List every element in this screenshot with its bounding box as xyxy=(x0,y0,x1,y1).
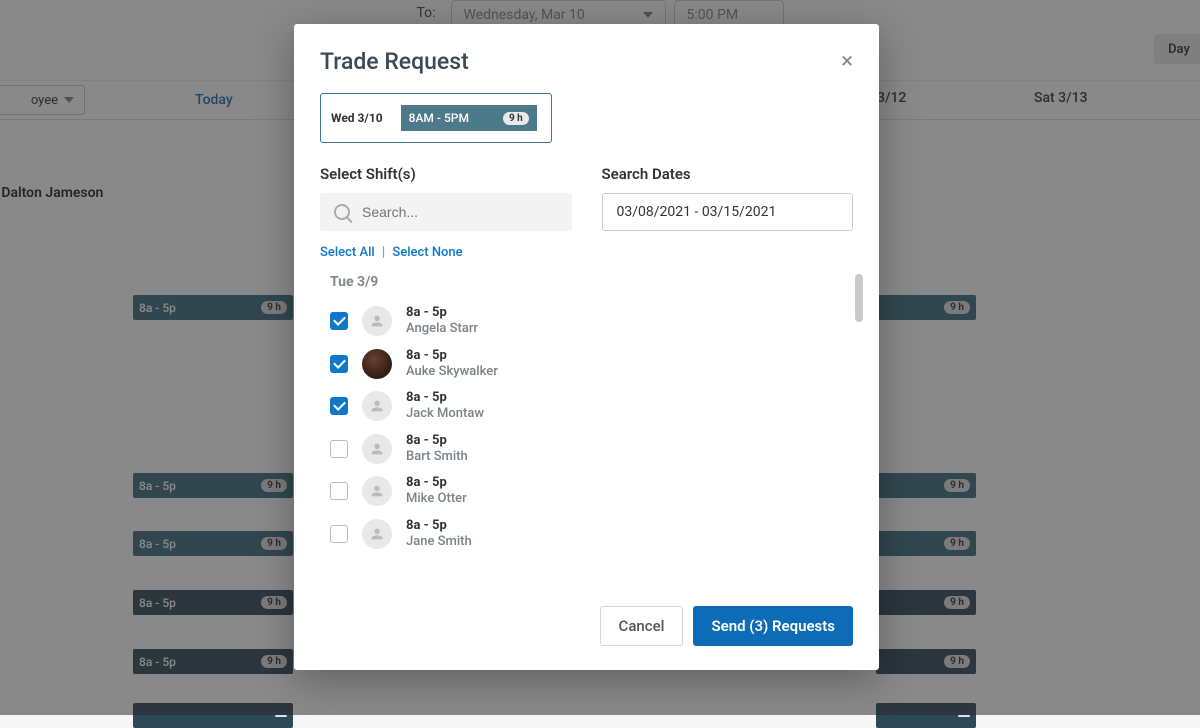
item-name: Bart Smith xyxy=(406,449,468,465)
list-item[interactable]: 8a - 5pBart Smith xyxy=(320,428,845,471)
item-time: 8a - 5p xyxy=(406,348,498,364)
selected-shift-time: 8AM - 5PM xyxy=(409,111,469,125)
item-name: Angela Starr xyxy=(406,321,478,337)
item-time: 8a - 5p xyxy=(406,475,467,491)
list-day-header: Tue 3/9 xyxy=(330,274,845,290)
checkbox[interactable] xyxy=(330,440,348,458)
separator: | xyxy=(382,245,385,260)
list-item[interactable]: 8a - 5pAuke Skywalker xyxy=(320,343,845,386)
item-name: Jack Montaw xyxy=(406,406,484,422)
avatar xyxy=(362,391,392,421)
item-name: Jane Smith xyxy=(406,534,472,550)
avatar xyxy=(362,349,392,379)
modal-title: Trade Request xyxy=(320,48,469,75)
checkbox[interactable] xyxy=(330,312,348,330)
search-input-wrapper[interactable] xyxy=(320,193,572,231)
date-range-value: 03/08/2021 - 03/15/2021 xyxy=(617,204,777,220)
search-icon xyxy=(334,204,350,220)
avatar xyxy=(362,434,392,464)
item-name: Auke Skywalker xyxy=(406,364,498,380)
select-none-link[interactable]: Select None xyxy=(392,245,462,260)
search-dates-label: Search Dates xyxy=(602,165,854,183)
cancel-button[interactable]: Cancel xyxy=(600,606,684,646)
list-item[interactable]: 8a - 5pAngela Starr xyxy=(320,300,845,343)
avatar xyxy=(362,306,392,336)
selected-shift-box[interactable]: Wed 3/10 8AM - 5PM 9 h xyxy=(320,93,552,143)
selected-shift-chip: 8AM - 5PM 9 h xyxy=(401,105,537,131)
select-shifts-label: Select Shift(s) xyxy=(320,165,572,183)
item-time: 8a - 5p xyxy=(406,518,472,534)
list-item[interactable]: 8a - 5pJane Smith xyxy=(320,513,845,556)
selected-shift-hours: 9 h xyxy=(503,112,529,125)
avatar xyxy=(362,476,392,506)
item-name: Mike Otter xyxy=(406,491,467,507)
trade-request-modal: Trade Request × Wed 3/10 8AM - 5PM 9 h S… xyxy=(294,24,879,670)
item-time: 8a - 5p xyxy=(406,305,478,321)
item-time: 8a - 5p xyxy=(406,433,468,449)
date-range-input[interactable]: 03/08/2021 - 03/15/2021 xyxy=(602,193,854,231)
search-input[interactable] xyxy=(360,203,558,221)
list-item[interactable]: 8a - 5pMike Otter xyxy=(320,470,845,513)
checkbox[interactable] xyxy=(330,355,348,373)
close-icon[interactable]: × xyxy=(841,51,853,73)
checkbox[interactable] xyxy=(330,397,348,415)
select-all-link[interactable]: Select All xyxy=(320,245,375,260)
send-requests-button[interactable]: Send (3) Requests xyxy=(693,606,853,646)
scrollbar[interactable] xyxy=(855,274,863,322)
item-time: 8a - 5p xyxy=(406,390,484,406)
selected-shift-date: Wed 3/10 xyxy=(331,111,383,125)
checkbox[interactable] xyxy=(330,482,348,500)
avatar xyxy=(362,519,392,549)
shift-list: Tue 3/9 8a - 5pAngela Starr8a - 5pAuke S… xyxy=(320,274,863,570)
checkbox[interactable] xyxy=(330,525,348,543)
list-item[interactable]: 8a - 5pJack Montaw xyxy=(320,385,845,428)
